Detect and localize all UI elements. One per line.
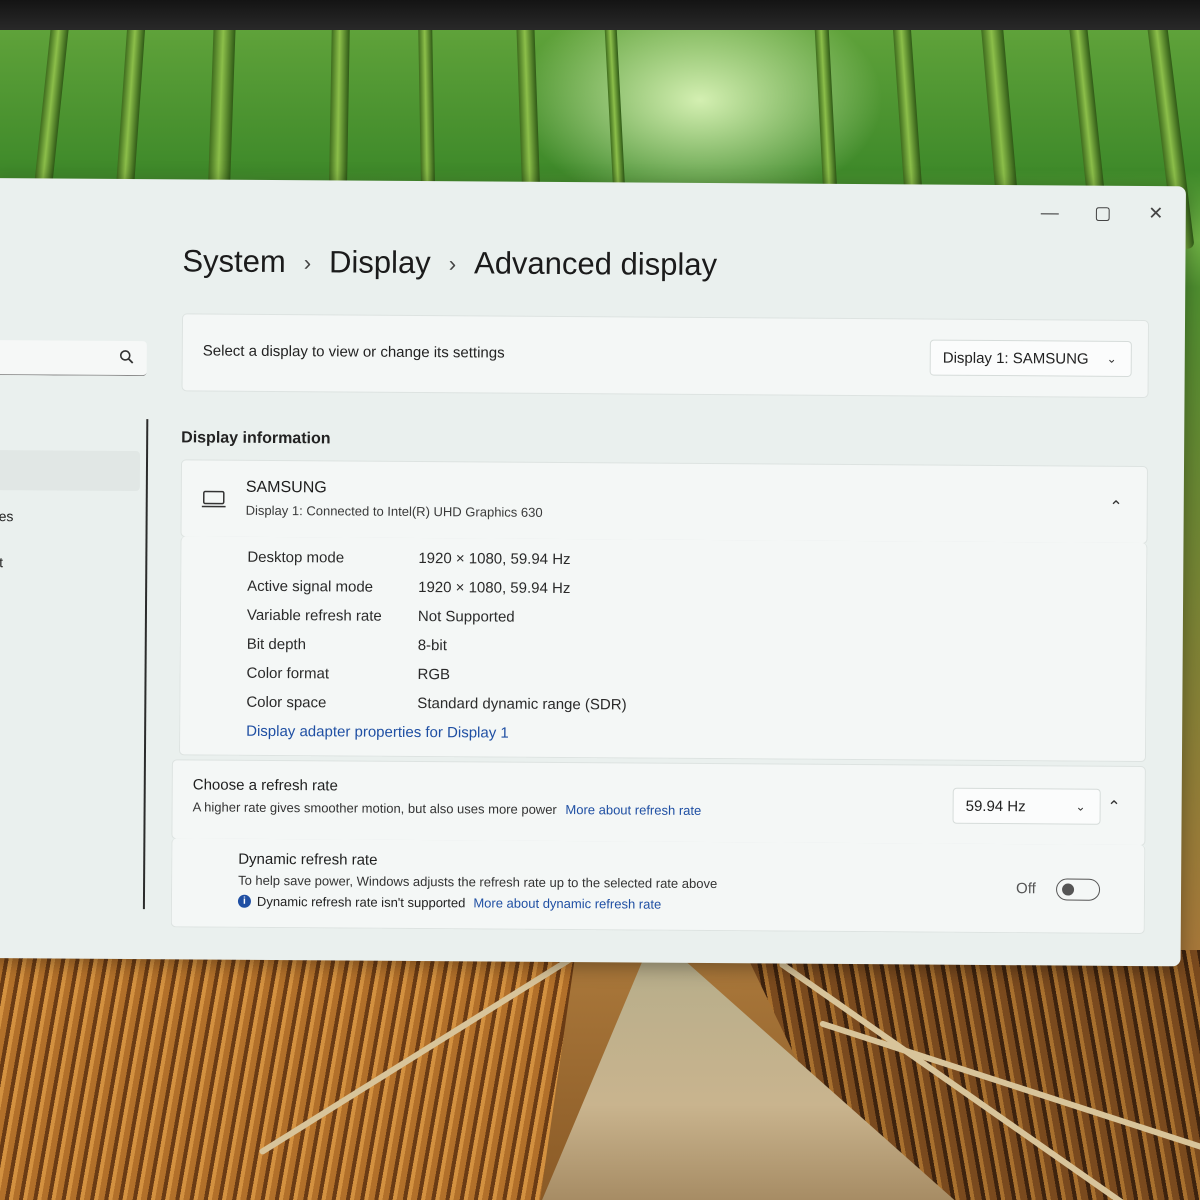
dynamic-refresh-toggle[interactable] [1055, 878, 1101, 901]
refresh-rate-description-text: A higher rate gives smoother motion, but… [192, 799, 557, 817]
settings-window: — ▢ ✕ ces et System › Display › Advanced… [0, 178, 1186, 967]
info-label: Bit depth [246, 635, 307, 654]
close-button[interactable]: ✕ [1136, 198, 1176, 228]
monitor-name: SAMSUNG [245, 478, 327, 497]
more-about-dynamic-refresh-rate-link[interactable]: More about dynamic refresh rate [473, 895, 661, 911]
refresh-rate-description: A higher rate gives smoother motion, but… [193, 799, 702, 818]
dynamic-refresh-notice: i Dynamic refresh rate isn't supported M… [237, 893, 661, 912]
chevron-right-icon: › [303, 250, 312, 276]
page-title: Advanced display [473, 245, 718, 283]
toggle-knob [1062, 883, 1075, 896]
breadcrumb-system[interactable]: System [182, 243, 286, 280]
sidebar-item-label: et [0, 554, 4, 571]
display-info-details: Desktop mode 1920 × 1080, 59.94 Hz Activ… [178, 536, 1148, 763]
dynamic-refresh-notice-text: Dynamic refresh rate isn't supported [256, 893, 466, 911]
refresh-rate-card: Choose a refresh rate A higher rate give… [171, 759, 1146, 847]
sidebar-divider [142, 419, 149, 910]
minimize-button[interactable]: — [1030, 197, 1070, 227]
info-value: Not Supported [417, 607, 515, 626]
info-label: Color space [246, 693, 327, 712]
breadcrumb-display[interactable]: Display [329, 244, 431, 281]
refresh-rate-title: Choose a refresh rate [192, 776, 338, 795]
info-label: Color format [246, 664, 330, 683]
refresh-rate-dropdown[interactable]: 59.94 Hz ⌄ [952, 787, 1101, 825]
toggle-state-label: Off [1016, 880, 1036, 898]
display-dropdown-value: Display 1: SAMSUNG [942, 349, 1089, 368]
display-adapter-properties-link[interactable]: Display adapter properties for Display 1 [246, 723, 509, 742]
sidebar-item[interactable]: ces [0, 508, 13, 524]
display-dropdown[interactable]: Display 1: SAMSUNG ⌄ [929, 339, 1132, 377]
info-value: RGB [417, 665, 451, 684]
minimize-icon: — [1040, 201, 1059, 222]
chevron-up-icon[interactable]: ⌃ [1109, 497, 1123, 517]
chevron-down-icon: ⌄ [1106, 351, 1117, 366]
sidebar-item-selected[interactable] [0, 449, 141, 492]
sidebar-item-label: ces [0, 508, 14, 525]
close-icon: ✕ [1148, 202, 1164, 223]
info-icon: i [237, 894, 252, 908]
display-select-prompt: Select a display to view or change its s… [202, 342, 505, 362]
info-label: Variable refresh rate [246, 606, 382, 625]
more-about-refresh-rate-link[interactable]: More about refresh rate [565, 802, 701, 818]
breadcrumb: System › Display › Advanced display [182, 243, 717, 283]
chevron-down-icon: ⌄ [1075, 799, 1086, 814]
chevron-up-icon[interactable]: ⌃ [1107, 797, 1121, 817]
search-icon [119, 350, 134, 364]
section-heading: Display information [181, 429, 331, 448]
info-value: Standard dynamic range (SDR) [417, 694, 627, 714]
info-value: 1920 × 1080, 59.94 Hz [418, 549, 571, 569]
monitor-icon [201, 490, 226, 508]
info-label: Active signal mode [247, 577, 374, 596]
display-select-card: Select a display to view or change its s… [181, 313, 1150, 399]
monitor-subtitle: Display 1: Connected to Intel(R) UHD Gra… [245, 502, 543, 520]
dynamic-refresh-description: To help save power, Windows adjusts the … [238, 872, 718, 892]
maximize-button[interactable]: ▢ [1083, 198, 1123, 228]
info-label: Desktop mode [247, 548, 345, 567]
maximize-icon: ▢ [1094, 202, 1112, 223]
monitor-header[interactable]: SAMSUNG Display 1: Connected to Intel(R)… [180, 459, 1149, 545]
chevron-right-icon: › [448, 251, 457, 277]
monitor-bezel [0, 0, 1200, 32]
info-value: 8-bit [417, 636, 447, 655]
refresh-rate-dropdown-value: 59.94 Hz [965, 797, 1026, 815]
dynamic-refresh-card: Dynamic refresh rate To help save power,… [170, 838, 1146, 935]
sidebar-item[interactable]: et [0, 554, 3, 570]
info-value: 1920 × 1080, 59.94 Hz [418, 578, 571, 598]
search-input[interactable] [0, 339, 147, 377]
dynamic-refresh-title: Dynamic refresh rate [238, 850, 378, 869]
